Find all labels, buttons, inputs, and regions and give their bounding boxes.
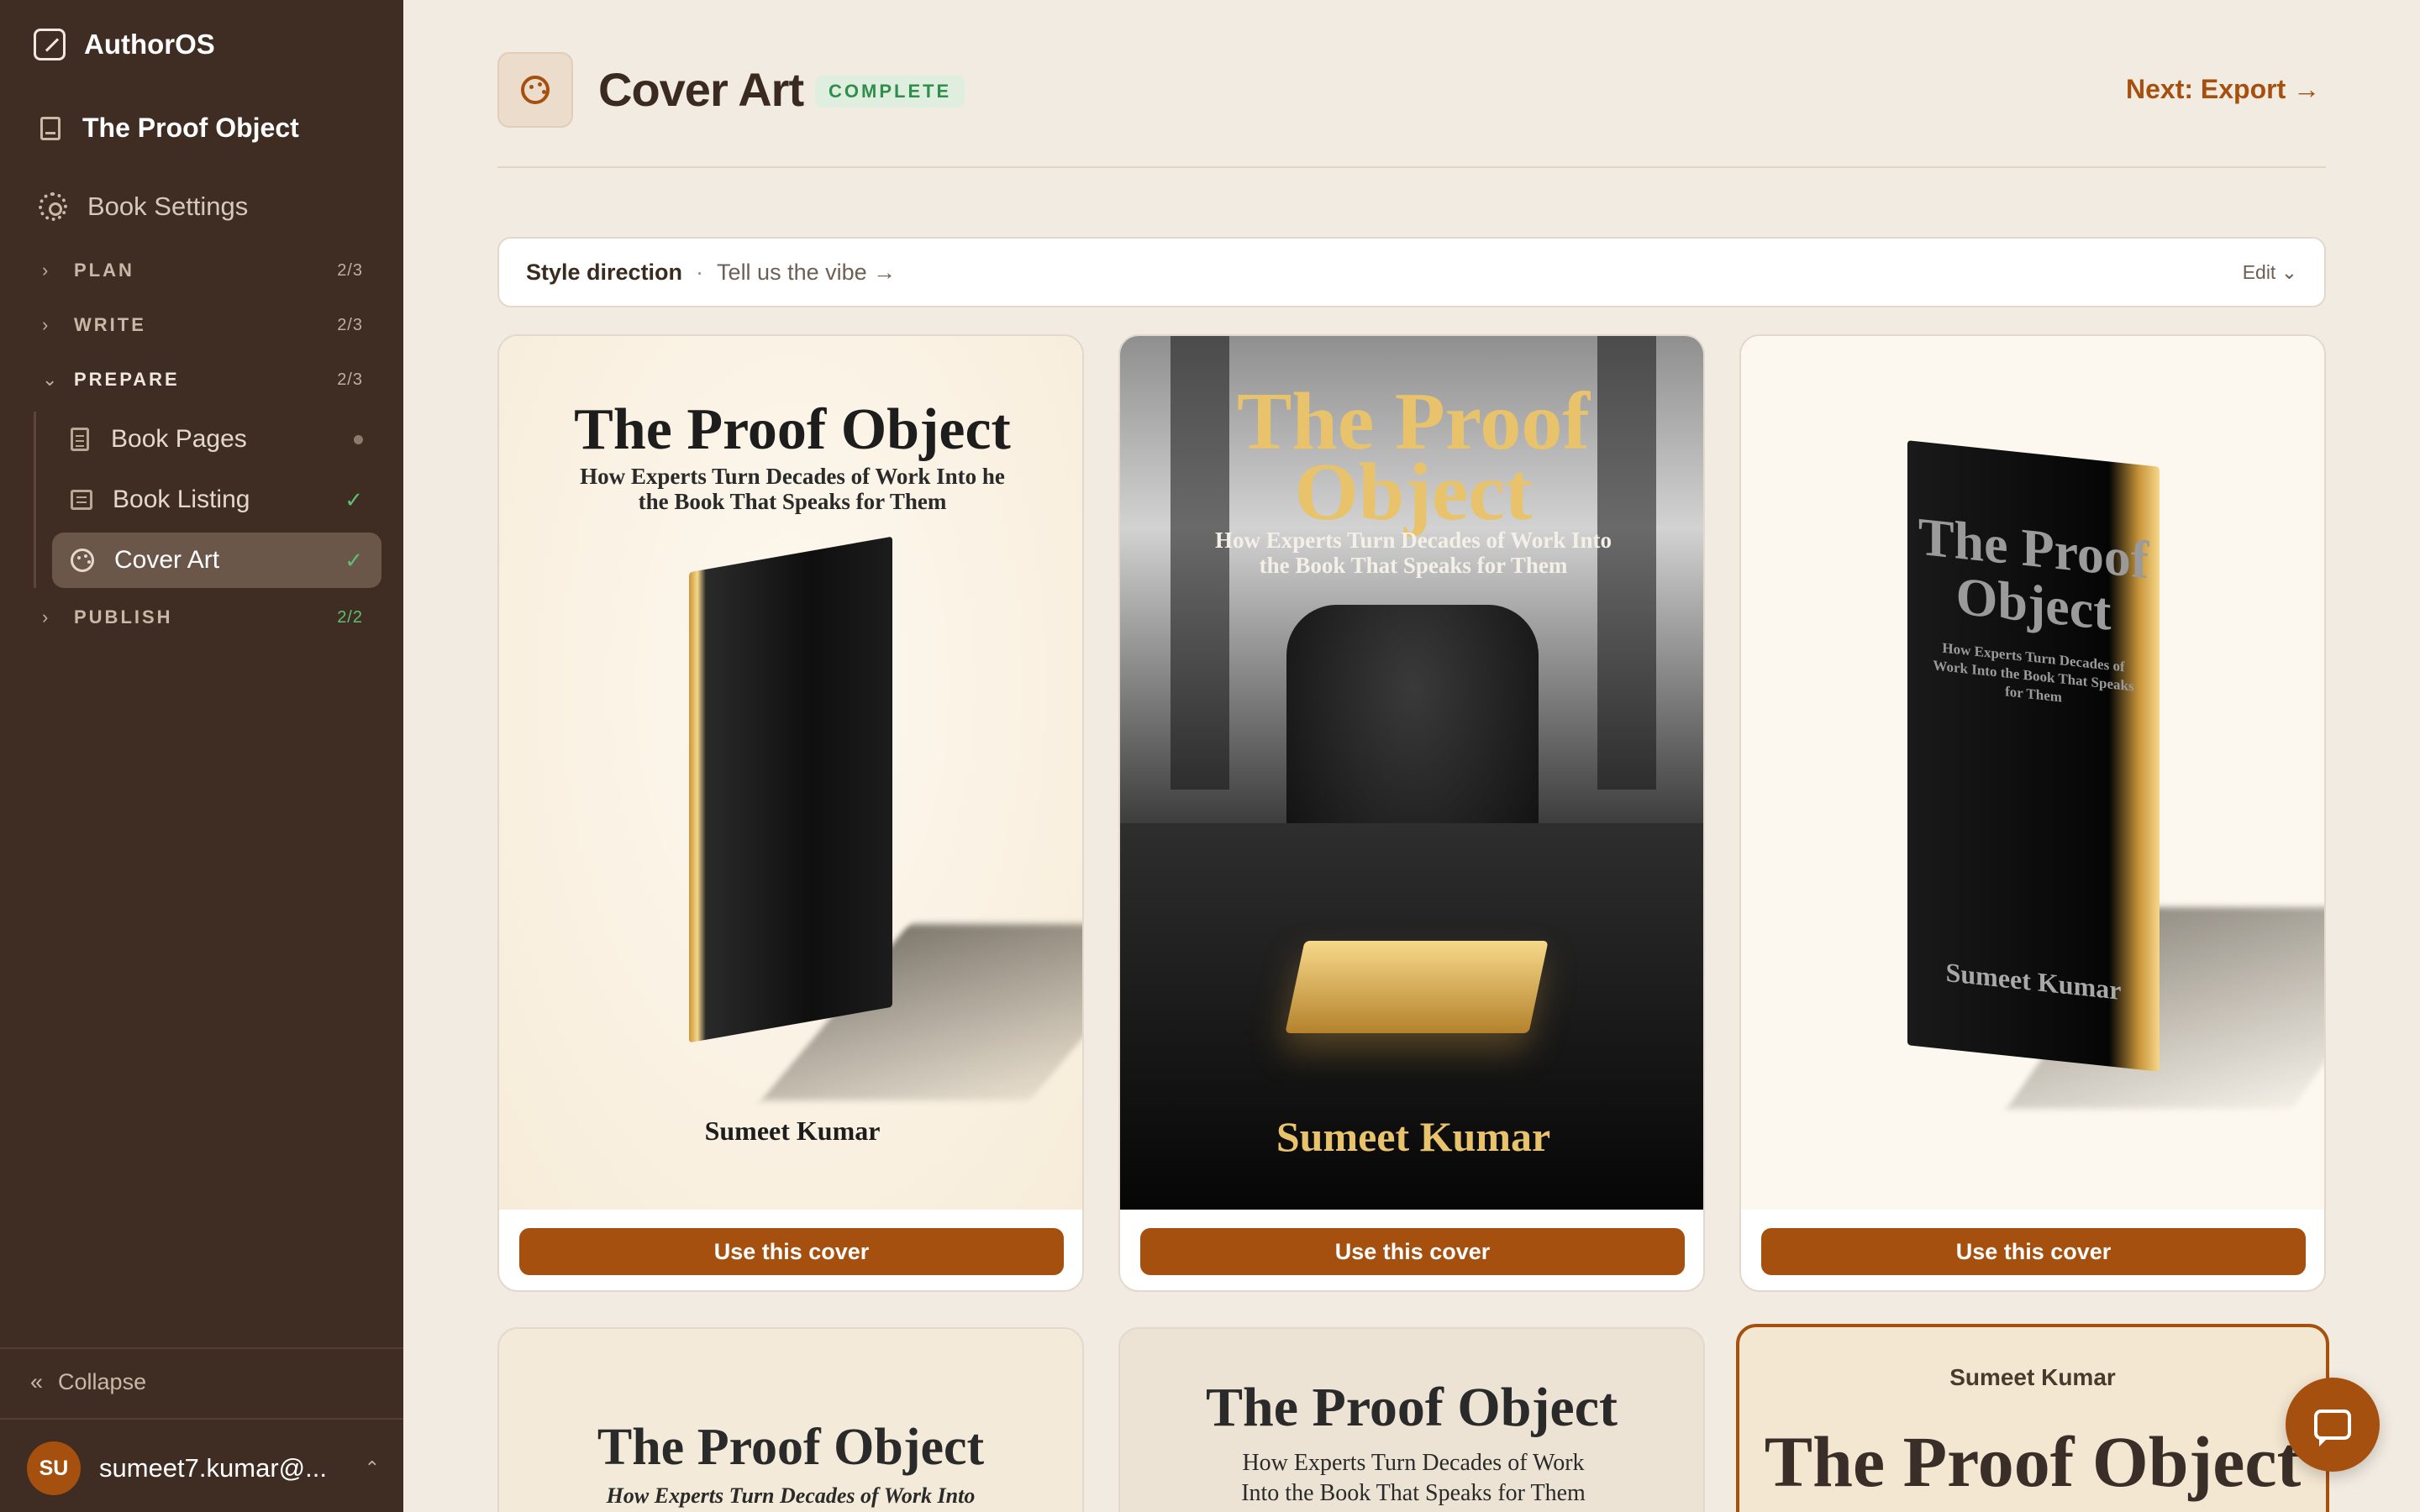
cover-image: The Proof Object How Experts Turn Decade… bbox=[1120, 336, 1703, 1210]
section-count: 2/3 bbox=[337, 315, 363, 334]
check-icon: ✓ bbox=[345, 547, 363, 573]
cover-option-1[interactable]: The Proof Object How Experts Turn Decade… bbox=[497, 334, 1084, 1292]
user-email: sumeet7.kumar@... bbox=[99, 1453, 327, 1483]
cover-author: Sumeet Kumar bbox=[704, 1116, 881, 1146]
check-icon: ✓ bbox=[345, 486, 363, 512]
sidebar-book-title[interactable]: The Proof Object bbox=[40, 113, 299, 144]
chat-bubble-icon bbox=[2314, 1410, 2351, 1446]
edit-dropdown[interactable]: Edit ⌄ bbox=[2243, 261, 2297, 284]
chevron-down-icon: ⌄ bbox=[42, 369, 58, 390]
section-publish[interactable]: › PUBLISH 2/2 bbox=[42, 606, 363, 628]
collapse-label: Collapse bbox=[58, 1369, 147, 1394]
collapse-button[interactable]: « Collapse bbox=[30, 1369, 146, 1395]
section-plan[interactable]: › PLAN 2/3 bbox=[42, 260, 363, 281]
section-label: PUBLISH bbox=[74, 606, 173, 627]
sidebar-item-label: Book Listing bbox=[113, 486, 250, 513]
cover-author: Sumeet Kumar bbox=[1945, 957, 2122, 1005]
style-direction-label: Style direction bbox=[526, 259, 683, 285]
book-illustration bbox=[689, 536, 892, 1043]
cover-title: The Proof Object bbox=[1764, 1421, 2302, 1502]
use-cover-button[interactable]: Use this cover bbox=[1140, 1228, 1685, 1275]
sidebar-item-label: Cover Art bbox=[114, 546, 220, 574]
chat-button[interactable] bbox=[2286, 1378, 2380, 1472]
use-cover-button[interactable]: Use this cover bbox=[1761, 1228, 2306, 1275]
palette-icon bbox=[71, 549, 94, 572]
cover-option-3[interactable]: The Proof Object How Experts Turn Decade… bbox=[1739, 334, 2326, 1292]
listing-icon bbox=[71, 490, 92, 510]
section-count: 2/3 bbox=[337, 260, 363, 280]
section-guide-line bbox=[34, 412, 36, 588]
edit-label: Edit bbox=[2242, 260, 2276, 283]
tell-vibe-link[interactable]: Tell us the vibe → bbox=[717, 260, 896, 286]
app-brand[interactable]: AuthorOS bbox=[34, 29, 215, 60]
cover-option-6-selected[interactable]: Sumeet Kumar The Proof Object bbox=[1736, 1324, 2329, 1512]
section-label: WRITE bbox=[74, 314, 146, 335]
gear-icon bbox=[39, 192, 67, 221]
double-chevron-left-icon: « bbox=[30, 1369, 44, 1394]
cover-image: The Proof Object How Experts Turn Decade… bbox=[1741, 336, 2324, 1210]
main-content: Cover Art COMPLETE Next: Export → Style … bbox=[403, 0, 2420, 1512]
cover-author: Sumeet Kumar bbox=[1949, 1364, 2116, 1390]
section-label: PREPARE bbox=[74, 369, 180, 390]
chevron-up-icon: ⌃ bbox=[364, 1457, 380, 1478]
divider bbox=[0, 1418, 403, 1420]
pencil-square-icon bbox=[34, 29, 66, 60]
chevron-right-icon: › bbox=[42, 606, 49, 627]
separator: · bbox=[696, 259, 704, 285]
book-title-label: The Proof Object bbox=[82, 113, 299, 143]
sidebar-item-cover-art[interactable]: Cover Art ✓ bbox=[52, 533, 381, 588]
next-export-link[interactable]: Next: Export → bbox=[2126, 74, 2320, 105]
cover-option-4[interactable]: The Proof Object How Experts Turn Decade… bbox=[497, 1327, 1084, 1512]
sidebar-item-book-listing[interactable]: Book Listing ✓ bbox=[52, 472, 381, 528]
sidebar-item-book-pages[interactable]: Book Pages bbox=[52, 412, 381, 467]
gold-book-illustration bbox=[1285, 941, 1549, 1033]
cover-image: The Proof Object How Experts Turn Decade… bbox=[499, 336, 1082, 1210]
divider bbox=[497, 166, 2326, 168]
cover-author: Sumeet Kumar bbox=[1276, 1113, 1551, 1160]
cover-option-2[interactable]: The Proof Object How Experts Turn Decade… bbox=[1118, 334, 1705, 1292]
book-settings-label: Book Settings bbox=[87, 192, 249, 221]
use-cover-button[interactable]: Use this cover bbox=[519, 1228, 1064, 1275]
section-write[interactable]: › WRITE 2/3 bbox=[42, 314, 363, 336]
page-icon bbox=[71, 428, 89, 451]
avatar: SU bbox=[27, 1441, 81, 1495]
page-title: Cover Art bbox=[598, 63, 804, 116]
cover-title: The Proof Object bbox=[597, 1419, 985, 1476]
chevron-right-icon: › bbox=[42, 314, 49, 335]
sidebar-item-label: Book Pages bbox=[111, 425, 247, 453]
cover-subtitle: How Experts Turn Decades of Work Into th… bbox=[1214, 528, 1612, 578]
cover-title: The Proof Object bbox=[1205, 1377, 1618, 1438]
section-count: 2/3 bbox=[337, 370, 363, 389]
section-label: PLAN bbox=[74, 260, 134, 281]
cover-subtitle: How Experts Turn Decades of Work Into bbox=[606, 1483, 976, 1508]
status-dot-icon bbox=[354, 434, 363, 444]
cover-title: The Proof Object bbox=[574, 397, 1011, 462]
status-badge: COMPLETE bbox=[815, 76, 965, 108]
palette-icon bbox=[521, 76, 550, 104]
book-icon bbox=[40, 116, 60, 140]
user-menu[interactable]: SU sumeet7.kumar@... ⌃ bbox=[27, 1441, 380, 1495]
style-direction-bar[interactable]: Style direction · Tell us the vibe → Edi… bbox=[497, 237, 2326, 307]
cover-subtitle: How Experts Turn Decades of Work Into th… bbox=[1241, 1450, 1586, 1506]
cover-subtitle: How Experts Turn Decades of Work Into th… bbox=[1933, 639, 2134, 706]
cover-subtitle: How Experts Turn Decades of Work Into he… bbox=[580, 464, 1005, 514]
app-name: AuthorOS bbox=[84, 29, 215, 60]
chevron-down-icon: ⌄ bbox=[2281, 260, 2297, 283]
cover-title: The Proof Object bbox=[1236, 376, 1591, 538]
sidebar-item-book-settings[interactable]: Book Settings bbox=[39, 192, 248, 222]
sidebar-footer: « Collapse SU sumeet7.kumar@... ⌃ bbox=[0, 1347, 403, 1512]
sidebar: AuthorOS The Proof Object Book Settings … bbox=[0, 0, 403, 1512]
book-illustration: The Proof Object How Experts Turn Decade… bbox=[1907, 440, 2160, 1072]
chevron-right-icon: › bbox=[42, 260, 49, 281]
page-icon-tile bbox=[497, 52, 573, 128]
section-count: 2/2 bbox=[337, 607, 363, 627]
cover-option-5[interactable]: The Proof Object How Experts Turn Decade… bbox=[1118, 1327, 1705, 1512]
section-prepare[interactable]: ⌄ PREPARE 2/3 bbox=[42, 369, 363, 391]
cover-title: The Proof Object bbox=[1918, 506, 2149, 642]
